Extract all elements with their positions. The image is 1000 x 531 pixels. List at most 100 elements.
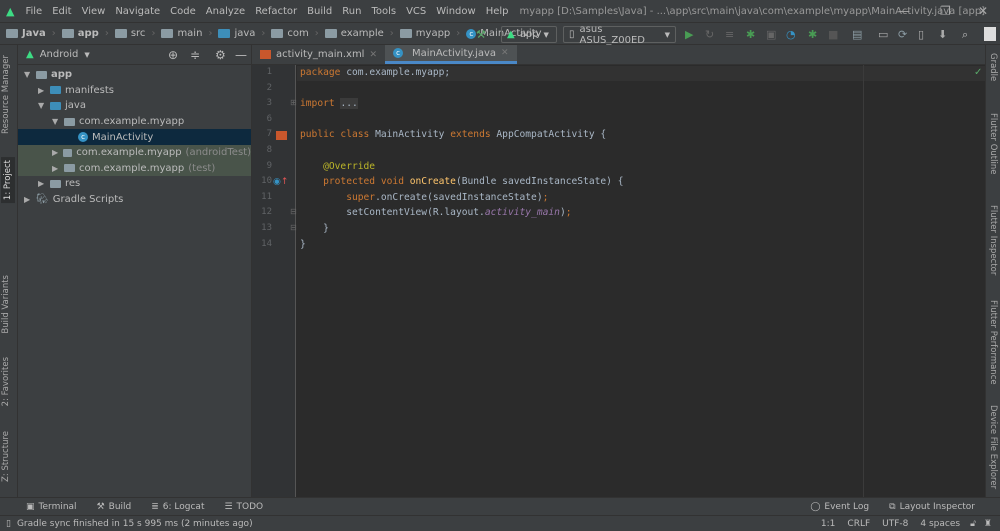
device-select[interactable]: ▯ asus ASUS_Z00ED ▼ xyxy=(563,24,676,46)
breadcrumb-item[interactable]: myapp › xyxy=(394,28,460,39)
tree-item[interactable]: ▶ com.example.myapp (test) xyxy=(18,160,251,177)
run-config-select[interactable]: ▲ app ▼ xyxy=(501,26,557,43)
avd-manager-icon[interactable]: ▭ xyxy=(878,28,888,41)
tree-item[interactable]: c MainActivity xyxy=(18,129,251,145)
tool-flutter-outline[interactable]: Flutter Outline xyxy=(988,113,998,174)
breadcrumb-item[interactable]: java › xyxy=(212,28,265,39)
tool-build[interactable]: ⚒ Build xyxy=(97,502,132,512)
fold-end-icon[interactable]: ⊟ xyxy=(290,223,297,232)
device-manager-icon[interactable]: ▯ xyxy=(918,28,924,41)
tool-layout-inspector[interactable]: ⧉ Layout Inspector xyxy=(889,502,975,512)
expanded-arrow-icon[interactable]: ▼ xyxy=(52,117,64,126)
debug-icon[interactable]: ✱ xyxy=(746,28,755,41)
fold-collapse-icon[interactable]: ⊟ xyxy=(290,207,297,216)
menu-file[interactable]: File xyxy=(20,6,47,17)
tool-build-variants[interactable]: Build Variants xyxy=(1,275,11,334)
tool-favorites[interactable]: 2: Favorites xyxy=(1,357,11,406)
tool-flutter-performance[interactable]: Flutter Performance xyxy=(988,300,998,385)
tool-terminal[interactable]: ▣ Terminal xyxy=(26,502,77,512)
minimize-button[interactable]: — xyxy=(898,4,910,18)
tool-flutter-inspector[interactable]: Flutter Inspector xyxy=(988,205,998,275)
menu-navigate[interactable]: Navigate xyxy=(110,6,165,17)
tool-structure[interactable]: Z: Structure xyxy=(1,431,11,482)
chevron-down-icon[interactable]: ▼ xyxy=(84,51,89,59)
tool-resource-manager[interactable]: Resource Manager xyxy=(1,55,11,134)
project-view-select[interactable]: Android xyxy=(40,49,79,60)
tree-item[interactable]: ▶ manifests xyxy=(18,83,251,99)
menu-analyze[interactable]: Analyze xyxy=(201,6,250,17)
tool-gradle[interactable]: Gradle xyxy=(988,53,998,81)
gear-icon[interactable]: ⚙ xyxy=(215,48,226,62)
override-marker-icon[interactable]: ◉↑ xyxy=(273,177,288,187)
menu-edit[interactable]: Edit xyxy=(47,6,76,17)
tree-item[interactable]: ▶ res xyxy=(18,176,251,192)
close-tab-icon[interactable]: ✕ xyxy=(369,50,377,60)
tab-activity_main-xml[interactable]: activity_main.xml ✕ xyxy=(252,45,385,64)
breadcrumb-item[interactable]: Java › xyxy=(0,28,56,39)
menu-view[interactable]: View xyxy=(77,6,111,17)
tree-item[interactable]: ▼ java xyxy=(18,98,251,114)
close-tab-icon[interactable]: ✕ xyxy=(501,48,509,58)
sync-gradle-icon[interactable]: ⟳ xyxy=(898,28,907,41)
breadcrumb-item[interactable]: com › xyxy=(265,28,319,39)
tab-mainactivity-java[interactable]: c MainActivity.java ✕ xyxy=(385,45,517,64)
breadcrumb-item[interactable]: example › xyxy=(319,28,394,39)
menu-code[interactable]: Code xyxy=(165,6,201,17)
restore-button[interactable]: ❐ xyxy=(940,4,951,18)
file-encoding[interactable]: UTF-8 xyxy=(882,519,908,529)
collapsed-arrow-icon[interactable]: ▶ xyxy=(52,164,64,173)
search-icon[interactable]: ⌕ xyxy=(962,28,968,42)
menu-help[interactable]: Help xyxy=(481,6,514,17)
close-button[interactable]: ✕ xyxy=(978,4,988,18)
menu-tools[interactable]: Tools xyxy=(366,6,401,17)
fold-expand-icon[interactable]: ⊞ xyxy=(290,98,297,107)
tool-project[interactable]: 1: Project xyxy=(1,157,15,204)
expanded-arrow-icon[interactable]: ▼ xyxy=(24,70,36,79)
tool-logcat[interactable]: ≣ 6: Logcat xyxy=(151,502,204,512)
bottom-tool-bar: ▣ Terminal ⚒ Build ≣ 6: Logcat ☰ TODO ◯ Event… xyxy=(0,497,1000,515)
indent-setting[interactable]: 4 spaces xyxy=(920,519,960,529)
collapsed-arrow-icon[interactable]: ▶ xyxy=(38,86,50,95)
lock-icon[interactable]: 🔓︎ xyxy=(970,519,976,529)
code-token: ... xyxy=(340,98,358,110)
menu-build[interactable]: Build xyxy=(302,6,337,17)
tree-item[interactable]: ▶ 🐘︎ Gradle Scripts xyxy=(18,192,251,208)
memory-indicator-icon[interactable]: ♜ xyxy=(984,519,992,529)
run-icon[interactable]: ▶ xyxy=(685,28,693,41)
breadcrumb-item[interactable]: src › xyxy=(109,28,155,39)
stop-icon[interactable]: ■ xyxy=(828,28,838,41)
sdk-manager-icon[interactable]: ⬇ xyxy=(938,28,947,41)
status-message[interactable]: Gradle sync finished in 15 s 995 ms (2 m… xyxy=(17,519,253,529)
breadcrumb-item[interactable]: main › xyxy=(155,28,212,39)
attach-icon[interactable]: ▣ xyxy=(766,28,776,41)
layout-resource-icon[interactable] xyxy=(276,131,287,140)
collapsed-arrow-icon[interactable]: ▶ xyxy=(24,195,36,204)
collapse-all-icon[interactable]: ≑ xyxy=(190,48,200,62)
apply-changes-icon[interactable]: ↻ xyxy=(705,28,714,41)
breadcrumb-item[interactable]: app › xyxy=(56,28,109,39)
code-editor[interactable]: 1 2 3 6 7 8 9 10 11 12 13 14 ◉↑ ✓ package com.examp… xyxy=(252,65,985,497)
hide-icon[interactable]: — xyxy=(235,48,247,62)
caret-position[interactable]: 1:1 xyxy=(821,519,835,529)
menu-run[interactable]: Run xyxy=(337,6,366,17)
locate-icon[interactable]: ⊕ xyxy=(168,48,178,62)
project-structure-icon[interactable]: ▤ xyxy=(852,28,862,41)
expanded-arrow-icon[interactable]: ▼ xyxy=(38,101,50,110)
tool-device-file-explorer[interactable]: Device File Explorer xyxy=(988,405,998,489)
collapsed-arrow-icon[interactable]: ▶ xyxy=(52,148,63,157)
attach-debugger-icon[interactable]: ✱ xyxy=(808,28,817,41)
profile-icon[interactable]: ◔ xyxy=(786,28,796,41)
apply-code-changes-icon[interactable]: ≡ xyxy=(725,28,734,41)
account-avatar[interactable] xyxy=(984,27,996,41)
menu-window[interactable]: Window xyxy=(431,6,480,17)
collapsed-arrow-icon[interactable]: ▶ xyxy=(38,179,50,188)
tree-item[interactable]: ▼ com.example.myapp xyxy=(18,114,251,130)
tree-item[interactable]: ▼ app xyxy=(18,67,251,83)
tool-event-log[interactable]: ◯ Event Log xyxy=(810,502,869,512)
tool-todo[interactable]: ☰ TODO xyxy=(224,502,263,512)
line-separator[interactable]: CRLF xyxy=(847,519,870,529)
make-project-hammer-icon[interactable]: ⚒ xyxy=(476,28,486,41)
tree-item[interactable]: ▶ com.example.myapp (androidTest) xyxy=(18,144,251,161)
menu-refactor[interactable]: Refactor xyxy=(250,6,302,17)
menu-vcs[interactable]: VCS xyxy=(401,6,431,17)
